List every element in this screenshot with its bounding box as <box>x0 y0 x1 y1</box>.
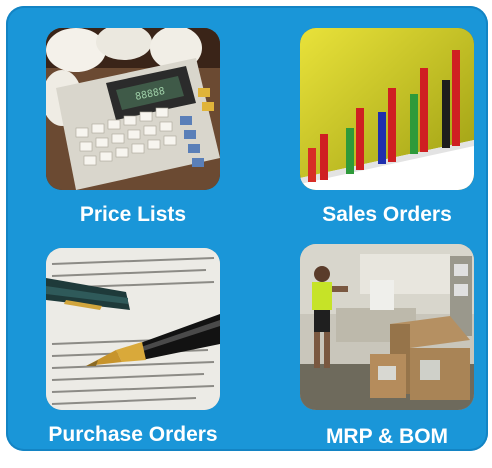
purchase-orders-tile[interactable]: Purchase Orders <box>46 248 266 468</box>
sales-orders-tile[interactable]: Sales Orders <box>300 28 492 248</box>
sales-orders-label: Sales Orders <box>322 203 452 226</box>
warehouse-image <box>300 244 474 410</box>
pen-document-image <box>46 248 220 410</box>
price-lists-label: Price Lists <box>79 203 187 226</box>
purchase-orders-label: Purchase Orders <box>48 423 218 446</box>
mrp-bom-label: MRP & BOM <box>325 425 449 448</box>
mrp-bom-tile[interactable]: MRP & BOM <box>300 244 492 464</box>
modules-panel: 88888 Price Lists Sales Orders Purchase … <box>6 6 488 451</box>
price-lists-tile[interactable]: 88888 Price Lists <box>46 28 266 248</box>
bar-chart-image <box>300 28 474 190</box>
calculator-image: 88888 <box>46 28 220 190</box>
